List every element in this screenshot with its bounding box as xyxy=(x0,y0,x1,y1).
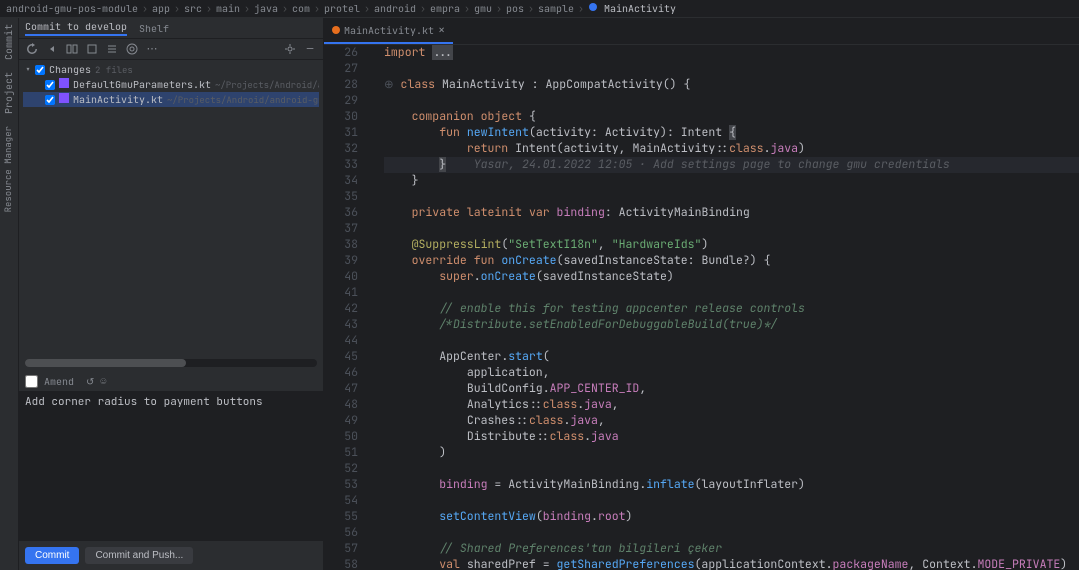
changes-root[interactable]: ▾ Changes 2 files xyxy=(23,62,319,77)
horizontal-scrollbar[interactable] xyxy=(25,359,317,367)
kotlin-file-icon xyxy=(59,78,69,91)
minimize-icon[interactable]: — xyxy=(303,42,317,56)
commit-and-push-button[interactable]: Commit and Push... xyxy=(85,547,193,564)
commit-tool-window: Commit to develop Shelf ⋯ — ▾ Changes 2 … xyxy=(19,18,324,570)
changes-checkbox[interactable] xyxy=(35,65,45,75)
breadcrumb-current: MainActivity xyxy=(588,2,676,15)
commit-panel-tabs: Commit to develop Shelf xyxy=(19,18,323,39)
kotlin-file-icon xyxy=(332,26,340,34)
changelist-icon[interactable] xyxy=(85,42,99,56)
code-editor[interactable]: 2627282930313233343536373839404142434445… xyxy=(324,45,1079,570)
view-options-icon[interactable] xyxy=(125,42,139,56)
code-lines[interactable]: import ... ⊕ class MainActivity : AppCom… xyxy=(384,45,1079,570)
editor-tab-label: MainActivity.kt xyxy=(344,24,434,37)
commit-message-input[interactable] xyxy=(19,391,323,541)
refresh-icon[interactable] xyxy=(25,42,39,56)
tab-commit[interactable]: Commit to develop xyxy=(25,20,127,36)
close-tab-icon[interactable]: × xyxy=(438,22,445,38)
amend-label: Amend xyxy=(44,375,74,388)
gutter-marks xyxy=(366,45,384,570)
tab-shelf[interactable]: Shelf xyxy=(139,22,169,35)
commit-buttons: Commit Commit and Push... xyxy=(19,541,323,570)
kotlin-file-icon xyxy=(59,93,69,106)
vertical-tab-resource[interactable]: Resource Manager xyxy=(0,120,18,218)
expand-icon[interactable]: ⋯ xyxy=(145,42,159,56)
amend-checkbox[interactable] xyxy=(25,375,38,388)
emoji-icon[interactable]: ☺ xyxy=(100,374,106,388)
breadcrumb: android-gmu-pos-module› app› src› main› … xyxy=(0,0,1079,18)
changed-file-row[interactable]: DefaultGmuParameters.kt ~/Projects/Andro… xyxy=(23,77,319,92)
gear-icon[interactable] xyxy=(283,42,297,56)
amend-row: Amend ↺ ☺ xyxy=(19,371,323,391)
commit-toolbar: ⋯ — xyxy=(19,39,323,60)
file-checkbox[interactable] xyxy=(45,95,55,105)
left-tool-stripe: Commit Project Resource Manager xyxy=(0,18,19,570)
changed-file-row[interactable]: MainActivity.kt ~/Projects/Android/andro… xyxy=(23,92,319,107)
rollback-icon[interactable] xyxy=(45,42,59,56)
editor-tabs: MainActivity.kt × xyxy=(324,18,1079,45)
file-checkbox[interactable] xyxy=(45,80,55,90)
commit-button[interactable]: Commit xyxy=(25,547,79,564)
vertical-tab-project[interactable]: Project xyxy=(0,66,18,120)
group-by-icon[interactable] xyxy=(105,42,119,56)
changes-tree: ▾ Changes 2 files DefaultGmuParameters.k… xyxy=(19,60,323,109)
editor: MainActivity.kt × 2627282930313233343536… xyxy=(324,18,1079,570)
line-gutter: 2627282930313233343536373839404142434445… xyxy=(324,45,366,570)
history-icon[interactable]: ↺ xyxy=(86,375,94,388)
editor-tab[interactable]: MainActivity.kt × xyxy=(324,18,453,44)
diff-icon[interactable] xyxy=(65,42,79,56)
vertical-tab-commit[interactable]: Commit xyxy=(0,18,18,66)
chevron-down-icon: ▾ xyxy=(25,63,31,76)
